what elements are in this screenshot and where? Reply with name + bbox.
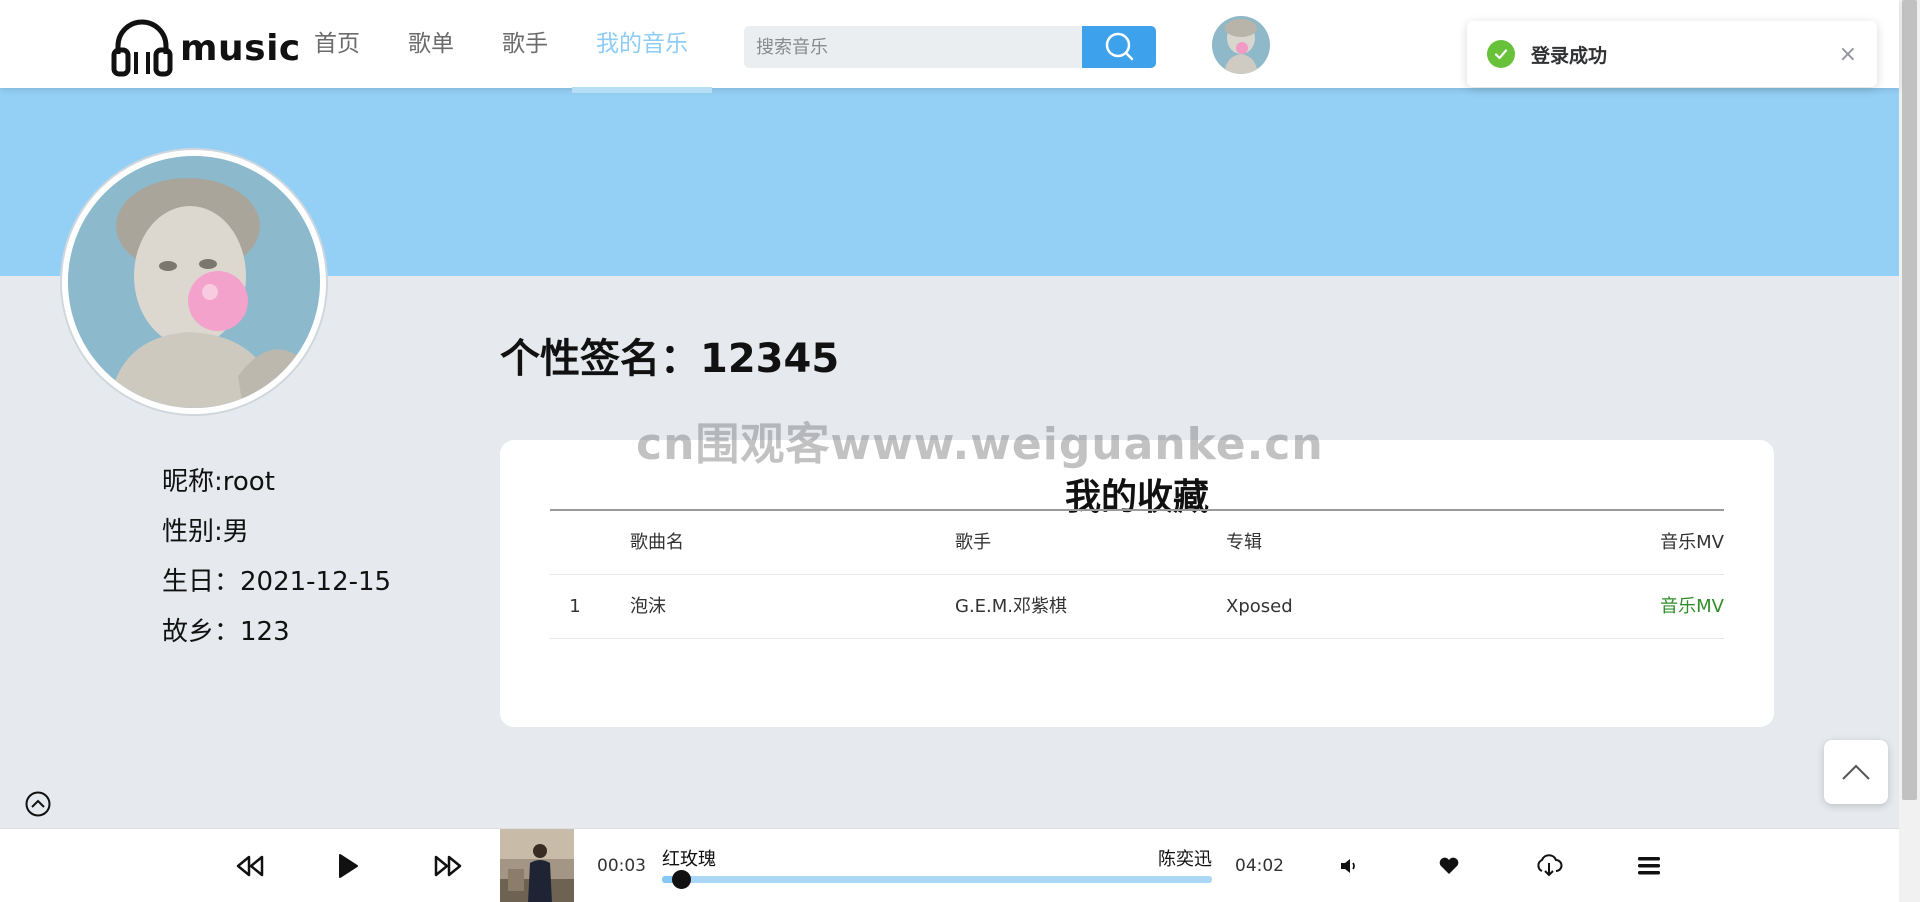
nav-my-music[interactable]: 我的音乐: [572, 0, 712, 93]
search-bar: [744, 26, 1156, 68]
logo[interactable]: music: [110, 16, 301, 80]
headphones-icon: [111, 19, 173, 77]
play-icon: [339, 854, 358, 878]
row-artist[interactable]: G.E.M.邓紫棋: [955, 575, 1067, 639]
volume-icon: [1341, 859, 1355, 873]
check-icon: [1487, 40, 1515, 68]
page-scrollbar[interactable]: [1899, 0, 1920, 902]
progress-bar[interactable]: [662, 870, 1212, 889]
close-icon[interactable]: ×: [1839, 42, 1857, 67]
current-time: 00:03: [597, 856, 646, 876]
profile-avatar: [62, 150, 326, 414]
previous-icon: [236, 855, 264, 877]
avatar-image: [68, 156, 320, 408]
play-button[interactable]: [330, 848, 366, 884]
watermark-text: cn围观客www.weiguanke.cn: [636, 419, 1324, 470]
next-icon: [434, 855, 462, 877]
progress-handle[interactable]: [672, 870, 692, 889]
favorites-table: 歌曲名 歌手 专辑 音乐MV 1 泡沫 G.E.M.邓紫棋 Xposed 音乐M…: [550, 511, 1724, 639]
volume-button[interactable]: [1332, 848, 1368, 884]
user-avatar[interactable]: [1212, 16, 1270, 74]
hometown-text: 故乡：123: [162, 617, 290, 647]
scrollbar-thumb[interactable]: [1902, 0, 1917, 800]
header-song: 歌曲名: [630, 532, 684, 553]
favorites-card: 我的收藏 歌曲名 歌手 专辑 音乐MV 1 泡沫 G.E.M.邓紫棋 Xpose…: [500, 440, 1774, 727]
playlist-icon: [1638, 857, 1660, 875]
now-playing-title: 红玫瑰: [662, 849, 716, 870]
album-cover-image: [500, 829, 574, 902]
back-to-top-button[interactable]: [1824, 740, 1888, 804]
nav-home[interactable]: 首页: [290, 0, 384, 88]
header-album: 专辑: [1226, 532, 1262, 553]
table-header-row: 歌曲名 歌手 专辑 音乐MV: [550, 511, 1724, 575]
main-nav: 首页 歌单 歌手 我的音乐: [290, 0, 712, 93]
table-row[interactable]: 1 泡沫 G.E.M.邓紫棋 Xposed 音乐MV: [550, 575, 1724, 639]
signature-heading: 个性签名：12345: [500, 336, 840, 382]
row-song[interactable]: 泡沫: [630, 575, 666, 639]
search-button[interactable]: [1082, 26, 1156, 68]
next-button[interactable]: [430, 848, 466, 884]
download-icon: [1537, 854, 1563, 877]
nav-playlists[interactable]: 歌单: [384, 0, 478, 88]
nav-singers[interactable]: 歌手: [478, 0, 572, 88]
row-mv-link[interactable]: 音乐MV: [1660, 575, 1724, 639]
collapse-up-icon[interactable]: [24, 790, 52, 818]
search-icon: [1105, 32, 1134, 61]
toast-message: 登录成功: [1531, 44, 1608, 67]
page: music 首页 歌单 歌手 我的音乐 搜索音乐 登录成功 × 昵称:root …: [0, 0, 1920, 902]
header-artist: 歌手: [955, 532, 991, 553]
gender-text: 性别:男: [162, 517, 249, 547]
logo-text: music: [180, 27, 301, 69]
total-time: 04:02: [1235, 856, 1284, 876]
profile-details: 昵称:root 性别:男 生日：2021-12-15 故乡：123: [162, 464, 391, 664]
favorite-button[interactable]: [1431, 848, 1467, 884]
download-button[interactable]: [1531, 848, 1567, 884]
row-index: 1: [569, 596, 581, 617]
chevron-up-icon: [1842, 764, 1870, 780]
nickname-text: 昵称:root: [162, 467, 275, 497]
search-input[interactable]: [744, 26, 1082, 68]
row-album[interactable]: Xposed: [1226, 575, 1293, 639]
album-cover[interactable]: [500, 829, 574, 902]
birthday-text: 生日：2021-12-15: [162, 567, 392, 597]
header-mv: 音乐MV: [1660, 532, 1724, 553]
previous-button[interactable]: [232, 848, 268, 884]
heart-icon: [1439, 857, 1459, 874]
login-success-toast: 登录成功 ×: [1467, 21, 1877, 87]
playlist-button[interactable]: [1631, 848, 1667, 884]
now-playing-artist: 陈奕迅: [1158, 849, 1212, 870]
music-player-bar: 00:03 红玫瑰 陈奕迅 04:02: [0, 828, 1899, 902]
avatar-image: [1212, 16, 1270, 74]
